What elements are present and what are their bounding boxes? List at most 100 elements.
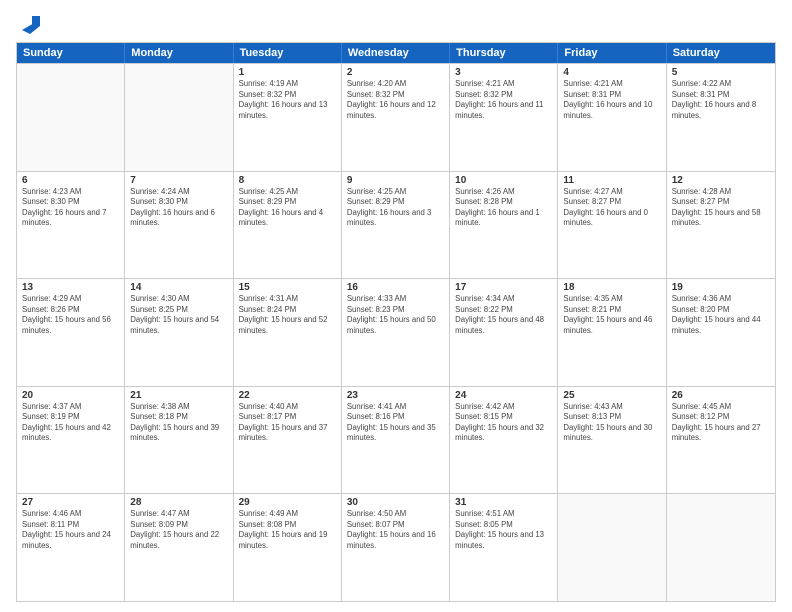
day-cell-4: 4Sunrise: 4:21 AM Sunset: 8:31 PM Daylig… bbox=[558, 64, 666, 171]
day-info: Sunrise: 4:33 AM Sunset: 8:23 PM Dayligh… bbox=[347, 294, 444, 336]
page: SundayMondayTuesdayWednesdayThursdayFrid… bbox=[0, 0, 792, 612]
weekday-header-saturday: Saturday bbox=[667, 43, 775, 63]
day-cell-7: 7Sunrise: 4:24 AM Sunset: 8:30 PM Daylig… bbox=[125, 172, 233, 279]
day-info: Sunrise: 4:30 AM Sunset: 8:25 PM Dayligh… bbox=[130, 294, 227, 336]
day-info: Sunrise: 4:21 AM Sunset: 8:32 PM Dayligh… bbox=[455, 79, 552, 121]
day-cell-11: 11Sunrise: 4:27 AM Sunset: 8:27 PM Dayli… bbox=[558, 172, 666, 279]
day-cell-27: 27Sunrise: 4:46 AM Sunset: 8:11 PM Dayli… bbox=[17, 494, 125, 601]
weekday-header-monday: Monday bbox=[125, 43, 233, 63]
day-cell-25: 25Sunrise: 4:43 AM Sunset: 8:13 PM Dayli… bbox=[558, 387, 666, 494]
day-info: Sunrise: 4:42 AM Sunset: 8:15 PM Dayligh… bbox=[455, 402, 552, 444]
day-cell-8: 8Sunrise: 4:25 AM Sunset: 8:29 PM Daylig… bbox=[234, 172, 342, 279]
day-number: 14 bbox=[130, 282, 227, 293]
day-number: 5 bbox=[672, 67, 770, 78]
day-info: Sunrise: 4:40 AM Sunset: 8:17 PM Dayligh… bbox=[239, 402, 336, 444]
day-info: Sunrise: 4:38 AM Sunset: 8:18 PM Dayligh… bbox=[130, 402, 227, 444]
day-cell-22: 22Sunrise: 4:40 AM Sunset: 8:17 PM Dayli… bbox=[234, 387, 342, 494]
day-info: Sunrise: 4:50 AM Sunset: 8:07 PM Dayligh… bbox=[347, 509, 444, 551]
day-cell-26: 26Sunrise: 4:45 AM Sunset: 8:12 PM Dayli… bbox=[667, 387, 775, 494]
week-row-3: 20Sunrise: 4:37 AM Sunset: 8:19 PM Dayli… bbox=[17, 386, 775, 494]
day-cell-15: 15Sunrise: 4:31 AM Sunset: 8:24 PM Dayli… bbox=[234, 279, 342, 386]
day-cell-9: 9Sunrise: 4:25 AM Sunset: 8:29 PM Daylig… bbox=[342, 172, 450, 279]
week-row-0: 1Sunrise: 4:19 AM Sunset: 8:32 PM Daylig… bbox=[17, 63, 775, 171]
logo-line1 bbox=[16, 12, 40, 34]
day-number: 16 bbox=[347, 282, 444, 293]
calendar-body: 1Sunrise: 4:19 AM Sunset: 8:32 PM Daylig… bbox=[17, 63, 775, 601]
day-info: Sunrise: 4:34 AM Sunset: 8:22 PM Dayligh… bbox=[455, 294, 552, 336]
day-info: Sunrise: 4:21 AM Sunset: 8:31 PM Dayligh… bbox=[563, 79, 660, 121]
day-cell-30: 30Sunrise: 4:50 AM Sunset: 8:07 PM Dayli… bbox=[342, 494, 450, 601]
day-cell-empty bbox=[667, 494, 775, 601]
weekday-header-wednesday: Wednesday bbox=[342, 43, 450, 63]
weekday-header-sunday: Sunday bbox=[17, 43, 125, 63]
day-cell-empty bbox=[17, 64, 125, 171]
day-number: 8 bbox=[239, 175, 336, 186]
day-info: Sunrise: 4:35 AM Sunset: 8:21 PM Dayligh… bbox=[563, 294, 660, 336]
day-cell-1: 1Sunrise: 4:19 AM Sunset: 8:32 PM Daylig… bbox=[234, 64, 342, 171]
calendar: SundayMondayTuesdayWednesdayThursdayFrid… bbox=[16, 42, 776, 602]
day-info: Sunrise: 4:37 AM Sunset: 8:19 PM Dayligh… bbox=[22, 402, 119, 444]
day-number: 29 bbox=[239, 497, 336, 508]
day-number: 23 bbox=[347, 390, 444, 401]
day-number: 1 bbox=[239, 67, 336, 78]
day-number: 4 bbox=[563, 67, 660, 78]
day-number: 26 bbox=[672, 390, 770, 401]
day-cell-12: 12Sunrise: 4:28 AM Sunset: 8:27 PM Dayli… bbox=[667, 172, 775, 279]
day-number: 9 bbox=[347, 175, 444, 186]
day-info: Sunrise: 4:47 AM Sunset: 8:09 PM Dayligh… bbox=[130, 509, 227, 551]
day-info: Sunrise: 4:45 AM Sunset: 8:12 PM Dayligh… bbox=[672, 402, 770, 444]
day-number: 27 bbox=[22, 497, 119, 508]
day-cell-21: 21Sunrise: 4:38 AM Sunset: 8:18 PM Dayli… bbox=[125, 387, 233, 494]
day-info: Sunrise: 4:24 AM Sunset: 8:30 PM Dayligh… bbox=[130, 187, 227, 229]
day-info: Sunrise: 4:23 AM Sunset: 8:30 PM Dayligh… bbox=[22, 187, 119, 229]
day-number: 19 bbox=[672, 282, 770, 293]
day-cell-14: 14Sunrise: 4:30 AM Sunset: 8:25 PM Dayli… bbox=[125, 279, 233, 386]
weekday-header-thursday: Thursday bbox=[450, 43, 558, 63]
day-info: Sunrise: 4:26 AM Sunset: 8:28 PM Dayligh… bbox=[455, 187, 552, 229]
week-row-4: 27Sunrise: 4:46 AM Sunset: 8:11 PM Dayli… bbox=[17, 493, 775, 601]
day-info: Sunrise: 4:36 AM Sunset: 8:20 PM Dayligh… bbox=[672, 294, 770, 336]
week-row-2: 13Sunrise: 4:29 AM Sunset: 8:26 PM Dayli… bbox=[17, 278, 775, 386]
logo bbox=[16, 12, 40, 34]
week-row-1: 6Sunrise: 4:23 AM Sunset: 8:30 PM Daylig… bbox=[17, 171, 775, 279]
day-number: 2 bbox=[347, 67, 444, 78]
day-info: Sunrise: 4:49 AM Sunset: 8:08 PM Dayligh… bbox=[239, 509, 336, 551]
day-info: Sunrise: 4:28 AM Sunset: 8:27 PM Dayligh… bbox=[672, 187, 770, 229]
day-info: Sunrise: 4:25 AM Sunset: 8:29 PM Dayligh… bbox=[347, 187, 444, 229]
day-number: 11 bbox=[563, 175, 660, 186]
day-cell-28: 28Sunrise: 4:47 AM Sunset: 8:09 PM Dayli… bbox=[125, 494, 233, 601]
day-cell-31: 31Sunrise: 4:51 AM Sunset: 8:05 PM Dayli… bbox=[450, 494, 558, 601]
day-number: 10 bbox=[455, 175, 552, 186]
day-number: 21 bbox=[130, 390, 227, 401]
day-cell-19: 19Sunrise: 4:36 AM Sunset: 8:20 PM Dayli… bbox=[667, 279, 775, 386]
day-number: 31 bbox=[455, 497, 552, 508]
day-cell-2: 2Sunrise: 4:20 AM Sunset: 8:32 PM Daylig… bbox=[342, 64, 450, 171]
day-number: 28 bbox=[130, 497, 227, 508]
day-cell-18: 18Sunrise: 4:35 AM Sunset: 8:21 PM Dayli… bbox=[558, 279, 666, 386]
day-cell-16: 16Sunrise: 4:33 AM Sunset: 8:23 PM Dayli… bbox=[342, 279, 450, 386]
day-info: Sunrise: 4:31 AM Sunset: 8:24 PM Dayligh… bbox=[239, 294, 336, 336]
day-cell-13: 13Sunrise: 4:29 AM Sunset: 8:26 PM Dayli… bbox=[17, 279, 125, 386]
day-number: 7 bbox=[130, 175, 227, 186]
day-number: 22 bbox=[239, 390, 336, 401]
weekday-header-friday: Friday bbox=[558, 43, 666, 63]
day-number: 24 bbox=[455, 390, 552, 401]
day-cell-17: 17Sunrise: 4:34 AM Sunset: 8:22 PM Dayli… bbox=[450, 279, 558, 386]
day-cell-3: 3Sunrise: 4:21 AM Sunset: 8:32 PM Daylig… bbox=[450, 64, 558, 171]
weekday-header-tuesday: Tuesday bbox=[234, 43, 342, 63]
day-number: 15 bbox=[239, 282, 336, 293]
day-cell-empty bbox=[125, 64, 233, 171]
day-cell-empty bbox=[558, 494, 666, 601]
day-info: Sunrise: 4:19 AM Sunset: 8:32 PM Dayligh… bbox=[239, 79, 336, 121]
day-cell-29: 29Sunrise: 4:49 AM Sunset: 8:08 PM Dayli… bbox=[234, 494, 342, 601]
day-number: 13 bbox=[22, 282, 119, 293]
day-info: Sunrise: 4:29 AM Sunset: 8:26 PM Dayligh… bbox=[22, 294, 119, 336]
day-info: Sunrise: 4:43 AM Sunset: 8:13 PM Dayligh… bbox=[563, 402, 660, 444]
day-cell-23: 23Sunrise: 4:41 AM Sunset: 8:16 PM Dayli… bbox=[342, 387, 450, 494]
day-number: 25 bbox=[563, 390, 660, 401]
day-info: Sunrise: 4:20 AM Sunset: 8:32 PM Dayligh… bbox=[347, 79, 444, 121]
day-number: 3 bbox=[455, 67, 552, 78]
day-cell-6: 6Sunrise: 4:23 AM Sunset: 8:30 PM Daylig… bbox=[17, 172, 125, 279]
day-cell-20: 20Sunrise: 4:37 AM Sunset: 8:19 PM Dayli… bbox=[17, 387, 125, 494]
day-info: Sunrise: 4:46 AM Sunset: 8:11 PM Dayligh… bbox=[22, 509, 119, 551]
